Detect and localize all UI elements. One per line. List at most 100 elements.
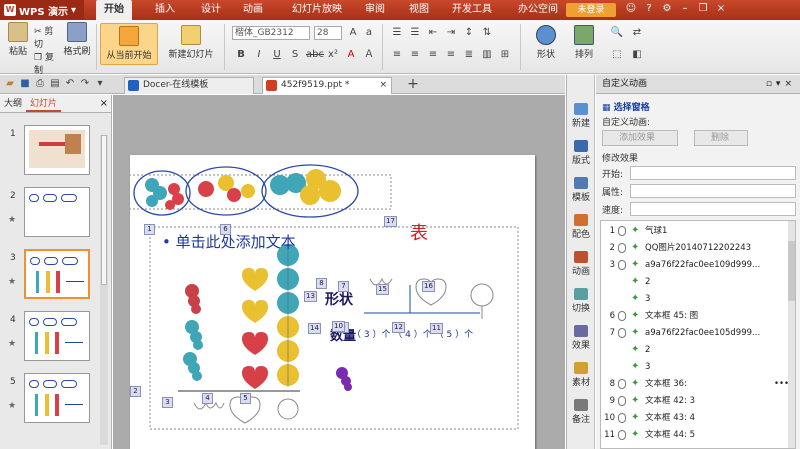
align-right-icon[interactable]: ≡ (426, 48, 440, 62)
animation-order-tag[interactable]: 16 (422, 281, 435, 292)
print-icon[interactable]: ⎙ (34, 78, 46, 90)
login-button[interactable]: 未登录 (566, 3, 616, 17)
shape-label-text[interactable]: 形状 (325, 289, 353, 309)
property-select[interactable] (630, 184, 796, 198)
new-tab-icon[interactable]: + (406, 77, 420, 91)
italic-icon[interactable]: I (252, 48, 266, 62)
slide-thumbnail[interactable] (24, 187, 90, 237)
justify-icon[interactable]: ≡ (444, 48, 458, 62)
side-template-button[interactable]: 模板 (567, 177, 595, 203)
save-icon[interactable]: ■ (19, 78, 31, 90)
shadow-icon[interactable]: S (288, 48, 302, 62)
bullets-icon[interactable]: ☰ (390, 26, 404, 40)
indent-increase-icon[interactable]: ⇥ (444, 26, 458, 40)
side-transition-button[interactable]: 切换 (567, 288, 595, 314)
menu-tab-5[interactable]: 审阅 (358, 0, 392, 20)
close-icon[interactable]: × (715, 3, 727, 14)
cut-button[interactable]: ✂ 剪切 (34, 24, 60, 50)
bold-icon[interactable]: B (234, 48, 248, 62)
align-text-icon[interactable]: ⊞ (498, 48, 512, 62)
animation-list-item[interactable]: 9 ✦ 文本框 42: 3 (601, 393, 797, 409)
animation-order-tag[interactable]: 3 (162, 397, 173, 408)
side-notes-button[interactable]: 备注 (567, 399, 595, 425)
distribute-icon[interactable]: ≣ (462, 48, 476, 62)
tab-ppt-file[interactable]: 452f9519.ppt * × (262, 77, 392, 94)
table-label-text[interactable]: 表 (410, 219, 428, 245)
shape-button[interactable]: 形状 (528, 23, 564, 60)
side-new-slide-button[interactable]: 新建 (567, 103, 595, 129)
align-center-icon[interactable]: ≡ (408, 48, 422, 62)
animation-order-tag[interactable]: 5 (240, 393, 251, 404)
animation-list-item[interactable]: ✦ 2 (601, 342, 797, 358)
columns-icon[interactable]: ▥ (480, 48, 494, 62)
format-painter-button[interactable]: 格式刷 (60, 20, 94, 57)
animation-order-tag[interactable]: 7 (338, 281, 349, 292)
superscript-icon[interactable]: x² (326, 48, 340, 62)
animation-list-item[interactable]: 10 ✦ 文本框 43: 4 (601, 410, 797, 426)
animation-list-item[interactable]: 1 ✦ 气球1 (601, 223, 797, 239)
open-folder-icon[interactable]: ▰ (4, 78, 16, 90)
pane-restore-icon[interactable]: ▫ (766, 79, 776, 89)
minimize-icon[interactable]: – (679, 3, 691, 14)
more-icon[interactable]: ••• (774, 376, 789, 392)
speed-select[interactable] (630, 202, 796, 216)
tab-close-icon[interactable]: × (379, 78, 387, 93)
animation-list-item[interactable]: ✦ 3 (601, 359, 797, 375)
side-material-button[interactable]: 素材 (567, 362, 595, 388)
animation-list-scrollbar[interactable] (788, 221, 795, 448)
undo-icon[interactable]: ↶ (64, 78, 76, 90)
tab-slides[interactable]: 幻灯片 (26, 95, 62, 112)
font-size-select[interactable]: 28 (314, 26, 342, 40)
animation-order-tag[interactable]: 12 (392, 322, 405, 333)
slide-thumbnail[interactable] (24, 249, 90, 299)
redo-icon[interactable]: ↷ (79, 78, 91, 90)
animation-list-item[interactable]: 3 ✦ a9a76f22fac0ee109d999... (601, 257, 797, 273)
clear-format-icon[interactable]: Ａ (362, 48, 376, 62)
slide-thumbnail[interactable] (24, 125, 90, 175)
animation-list-item[interactable]: 2 ✦ QQ图片20140712202243 (601, 240, 797, 256)
animation-order-tag[interactable]: 2 (130, 386, 141, 397)
side-effect-button[interactable]: 效果 (567, 325, 595, 351)
thumbnail-scrollbar[interactable] (100, 135, 108, 445)
slide-thumbnail[interactable] (24, 311, 90, 361)
replace-icon[interactable]: ⇄ (630, 26, 644, 40)
font-grow-icon[interactable]: A (346, 26, 360, 40)
new-slide-button[interactable]: 新建幻灯片 (162, 23, 220, 60)
numbering-icon[interactable]: ☰ (408, 26, 422, 40)
count-row-text[interactable]: （ 3 ）个 （ 4 ）个 （ 5 ）个 (352, 327, 473, 340)
pane-close-icon[interactable]: × (784, 79, 796, 89)
font-name-select[interactable]: 楷体_GB2312 (232, 26, 310, 40)
help-icon[interactable]: ? (643, 3, 655, 14)
arrange-button[interactable]: 排列 (566, 23, 602, 60)
slide-thumbnail[interactable] (24, 373, 90, 423)
add-effect-button[interactable]: 添加效果 (602, 130, 678, 146)
select-icon[interactable]: ⬚ (610, 48, 624, 62)
animation-list-item[interactable]: 6 ✦ 文本框 45: 图 (601, 308, 797, 324)
animation-order-tag[interactable]: 10 (332, 321, 345, 332)
find-icon[interactable]: 🔍 (610, 26, 624, 40)
menu-tab-6[interactable]: 视图 (402, 0, 436, 20)
start-select[interactable] (630, 166, 796, 180)
align-left-icon[interactable]: ≡ (390, 48, 404, 62)
animation-list-item[interactable]: 8 ✦ 文本框 36: ••• (601, 376, 797, 392)
slide-editing-canvas[interactable]: • 单击此处添加文本 形状 数量 （ 3 ）个 （ 4 ）个 （ 5 ）个 表 … (113, 95, 565, 449)
menu-tab-2[interactable]: 设计 (194, 0, 228, 20)
copy-button[interactable]: ❐ 复制 (34, 50, 60, 76)
animation-order-tag[interactable]: 6 (220, 224, 231, 235)
menu-tab-4[interactable]: 幻灯片放映 (284, 0, 350, 20)
tab-outline[interactable]: 大纲 (0, 95, 26, 112)
animation-order-tag[interactable]: 11 (430, 323, 443, 334)
animation-order-tag[interactable]: 13 (304, 291, 317, 302)
panel-close-icon[interactable]: × (100, 95, 111, 112)
skin-icon[interactable]: ☺ (625, 3, 637, 14)
animation-list-item[interactable]: 7 ✦ a9a76f22fac0ee105d999... (601, 325, 797, 341)
side-layout-button[interactable]: 版式 (567, 140, 595, 166)
font-color-icon[interactable]: A (344, 48, 358, 62)
delete-button[interactable]: 删除 (694, 130, 748, 146)
animation-list-item[interactable]: ✦ 2 (601, 274, 797, 290)
animation-order-tag[interactable]: 14 (308, 323, 321, 334)
side-color-scheme-button[interactable]: 配色 (567, 214, 595, 240)
animation-order-tag[interactable]: 15 (376, 284, 389, 295)
strikethrough-icon[interactable]: abc (306, 48, 324, 62)
menu-tab-0[interactable]: 开始 (96, 0, 132, 20)
